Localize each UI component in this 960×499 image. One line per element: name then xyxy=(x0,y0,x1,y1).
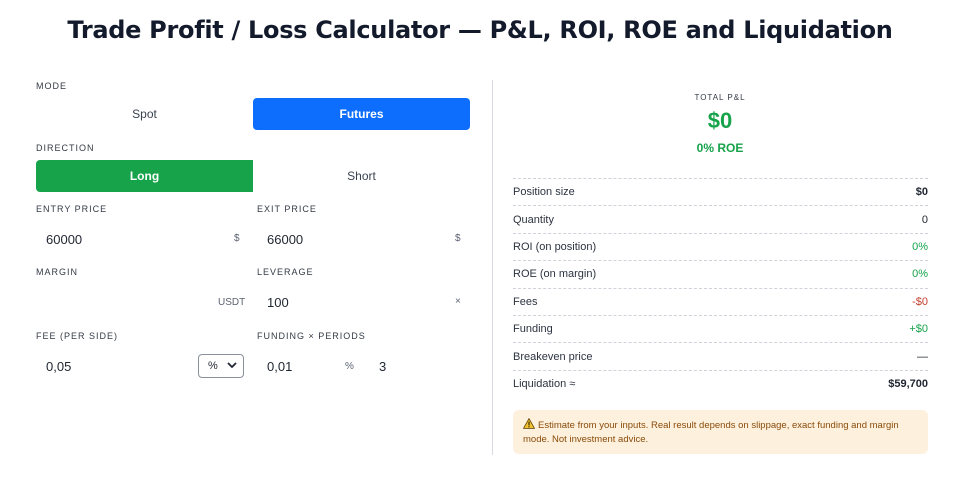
exit-price-suffix: $ xyxy=(455,233,461,244)
mode-spot-button[interactable]: Spot xyxy=(36,98,253,130)
fee-label: FEE (PER SIDE) xyxy=(36,331,119,341)
warning-icon xyxy=(522,417,536,429)
leverage-input[interactable] xyxy=(257,294,437,310)
column-divider xyxy=(492,80,493,455)
result-row-position-size: Position size $0 xyxy=(513,178,928,205)
result-key: Quantity xyxy=(513,213,554,226)
fee-input[interactable] xyxy=(36,358,186,374)
fee-unit-select[interactable]: % xyxy=(198,354,244,378)
result-row-roe: ROE (on margin) 0% xyxy=(513,260,928,287)
funding-periods-input[interactable] xyxy=(369,358,459,374)
result-key: Liquidation ≈ xyxy=(513,377,576,390)
page-title: Trade Profit / Loss Calculator — P&L, RO… xyxy=(67,16,893,44)
chevron-down-icon xyxy=(227,361,237,372)
direction-label: DIRECTION xyxy=(36,143,95,153)
result-row-quantity: Quantity 0 xyxy=(513,205,928,232)
leverage-suffix: × xyxy=(455,296,461,307)
exit-price-label: EXIT PRICE xyxy=(257,204,317,214)
entry-price-field xyxy=(36,223,216,255)
funding-label: FUNDING × PERIODS xyxy=(257,331,366,341)
mode-label: MODE xyxy=(36,81,67,91)
disclaimer-note: Estimate from your inputs. Real result d… xyxy=(513,410,928,454)
result-key: Breakeven price xyxy=(513,350,593,363)
result-key: Position size xyxy=(513,186,575,199)
entry-price-label: ENTRY PRICE xyxy=(36,204,108,214)
results-table: Position size $0 Quantity 0 ROI (on posi… xyxy=(513,178,928,397)
result-row-breakeven: Breakeven price — xyxy=(513,342,928,369)
result-value: 0 xyxy=(921,213,928,226)
result-value: — xyxy=(917,350,928,363)
roe-value: 0% ROE xyxy=(696,141,744,155)
result-key: Funding xyxy=(513,323,553,336)
result-row-roi: ROI (on position) 0% xyxy=(513,232,928,260)
funding-rate-field xyxy=(257,350,337,382)
total-pnl-label: TOTAL P&L xyxy=(694,93,746,102)
entry-price-input[interactable] xyxy=(36,231,216,247)
funding-periods-field xyxy=(369,350,459,382)
result-row-liquidation: Liquidation ≈ $59,700 xyxy=(513,369,928,397)
result-key: ROE (on margin) xyxy=(513,268,597,281)
disclaimer-text: Estimate from your inputs. Real result d… xyxy=(523,420,899,445)
result-key: Fees xyxy=(513,295,538,308)
leverage-field xyxy=(257,286,437,318)
margin-label: MARGIN xyxy=(36,267,78,277)
funding-rate-input[interactable] xyxy=(257,358,337,374)
entry-price-suffix: $ xyxy=(234,233,240,244)
direction-long-button[interactable]: Long xyxy=(36,160,253,192)
exit-price-field xyxy=(257,223,437,255)
result-row-funding: Funding +$0 xyxy=(513,314,928,342)
leverage-label: LEVERAGE xyxy=(257,267,314,277)
result-row-fees: Fees -$0 xyxy=(513,287,928,315)
result-key: ROI (on position) xyxy=(513,240,597,253)
margin-input[interactable] xyxy=(36,294,211,310)
margin-field xyxy=(36,286,211,318)
total-pnl-value: $0 xyxy=(707,108,733,133)
direction-short-button[interactable]: Short xyxy=(253,160,470,192)
fee-unit-value: % xyxy=(208,360,218,372)
result-value: $59,700 xyxy=(888,377,928,390)
mode-futures-button[interactable]: Futures xyxy=(253,98,470,130)
result-value: $0 xyxy=(915,186,928,199)
result-value: 0% xyxy=(912,268,928,281)
result-value: +$0 xyxy=(909,323,928,336)
margin-suffix: USDT xyxy=(218,297,246,308)
fee-field xyxy=(36,350,186,382)
exit-price-input[interactable] xyxy=(257,231,437,247)
result-value: 0% xyxy=(912,240,928,253)
funding-unit: % xyxy=(345,361,354,372)
result-value: -$0 xyxy=(912,295,928,308)
